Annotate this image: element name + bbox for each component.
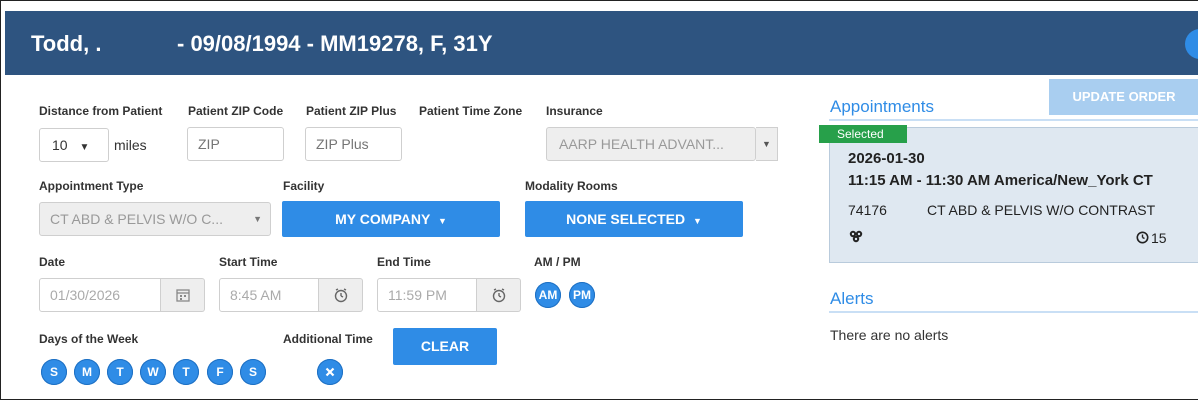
date-label: Date (39, 255, 66, 269)
caret-down-icon: ▼ (692, 216, 702, 226)
clock-icon (334, 288, 347, 303)
start-time-input[interactable]: 8:45 AM (219, 278, 319, 312)
additional-time-label: Additional Time (283, 332, 373, 346)
caret-down-icon: ▼ (437, 216, 447, 226)
zip-plus-label: Patient ZIP Plus (306, 104, 397, 118)
day-toggle-sunday[interactable]: S (41, 359, 67, 385)
appointments-title: Appointments (830, 97, 934, 116)
zip-label: Patient ZIP Code (188, 104, 284, 118)
insurance-value: AARP HEALTH ADVANT... (559, 136, 724, 152)
group-icon (849, 230, 863, 243)
insurance-chevron-icon[interactable]: ▼ (756, 127, 778, 161)
am-toggle[interactable]: AM (535, 282, 561, 308)
facility-dropdown-button[interactable]: MY COMPANY ▼ (282, 201, 500, 237)
date-input[interactable]: 01/30/2026 (39, 278, 161, 312)
insurance-select[interactable]: AARP HEALTH ADVANT... (546, 127, 756, 161)
distance-label: Distance from Patient (39, 104, 163, 118)
appointment-description: CT ABD & PELVIS W/O CONTRAST (927, 202, 1156, 218)
end-time-input[interactable]: 11:59 PM (377, 278, 477, 312)
alerts-title: Alerts (830, 289, 874, 308)
end-time-value: 11:59 PM (388, 287, 447, 303)
start-time-picker-button[interactable] (319, 278, 363, 312)
time-zone-label: Patient Time Zone (419, 104, 523, 118)
start-time-value: 8:45 AM (230, 287, 282, 303)
end-time-label: End Time (377, 255, 431, 269)
appointment-type-select[interactable]: CT ABD & PELVIS W/O C... ▼ (39, 202, 271, 236)
day-toggle-monday[interactable]: M (74, 359, 100, 385)
day-toggle-saturday[interactable]: S (240, 359, 266, 385)
alerts-empty-text: There are no alerts (830, 327, 949, 343)
zip-plus-input[interactable] (305, 127, 402, 161)
distance-select[interactable]: 10 ▼ (39, 128, 109, 162)
clock-icon (492, 288, 505, 303)
modality-label: Modality Rooms (525, 179, 618, 193)
pm-toggle[interactable]: PM (569, 282, 595, 308)
clear-button[interactable]: CLEAR (393, 328, 497, 365)
appointment-date: 2026-01-30 (848, 150, 925, 167)
distance-value: 10 (52, 137, 68, 153)
patient-name: Todd, . (31, 31, 102, 56)
day-toggle-thursday[interactable]: T (173, 359, 199, 385)
remove-icon (325, 367, 335, 377)
day-toggle-wednesday[interactable]: W (140, 359, 166, 385)
start-time-label: Start Time (219, 255, 278, 269)
facility-button-label: MY COMPANY (335, 211, 431, 227)
zip-input[interactable] (187, 127, 284, 161)
chevron-down-icon: ▼ (253, 214, 262, 224)
clock-icon (1136, 231, 1149, 244)
end-time-picker-button[interactable] (477, 278, 521, 312)
days-of-week-label: Days of the Week (39, 332, 139, 346)
distance-unit: miles (114, 137, 147, 153)
insurance-label: Insurance (546, 104, 603, 118)
date-picker-button[interactable] (161, 278, 205, 312)
selected-badge: Selected (819, 125, 907, 143)
ampm-label: AM / PM (534, 255, 581, 269)
calendar-icon (175, 289, 190, 302)
additional-time-remove-button[interactable] (317, 359, 343, 385)
appointment-duration: 15 (1151, 230, 1167, 246)
patient-info: - 09/08/1994 - MM19278, F, 31Y (177, 31, 493, 56)
app-frame: Todd, . - 09/08/1994 - MM19278, F, 31Y D… (0, 0, 1198, 400)
header-action-button[interactable] (1185, 29, 1198, 59)
alerts-divider (829, 311, 1198, 313)
chevron-down-icon: ▼ (79, 142, 90, 153)
day-toggle-friday[interactable]: F (207, 359, 233, 385)
patient-header: Todd, . - 09/08/1994 - MM19278, F, 31Y (5, 11, 1198, 75)
appointment-time: 11:15 AM - 11:30 AM America/New_York CT (848, 172, 1153, 189)
appointment-code: 74176 (848, 202, 887, 218)
facility-label: Facility (283, 179, 325, 193)
day-toggle-tuesday[interactable]: T (107, 359, 133, 385)
date-value: 01/30/2026 (50, 287, 121, 303)
modality-dropdown-button[interactable]: NONE SELECTED ▼ (525, 201, 743, 237)
appointment-type-value: CT ABD & PELVIS W/O C... (50, 211, 223, 227)
appointment-type-label: Appointment Type (39, 179, 144, 193)
appointments-divider (829, 119, 1198, 121)
update-order-button[interactable]: UPDATE ORDER (1049, 79, 1198, 115)
modality-button-label: NONE SELECTED (566, 211, 686, 227)
